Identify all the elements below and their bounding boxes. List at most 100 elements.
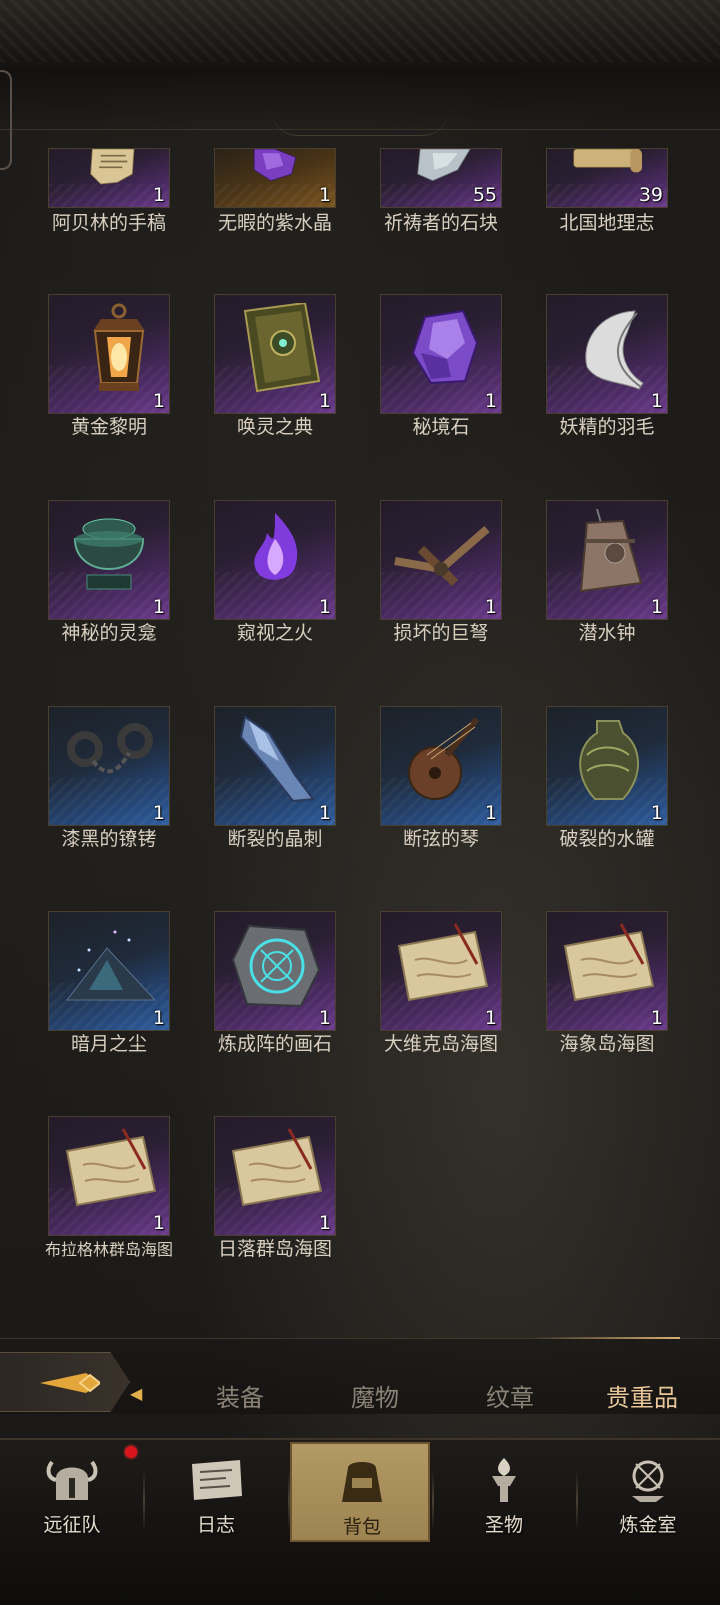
item-slot: 1 [546,500,668,620]
item-count: 1 [650,596,663,618]
item-name: 秘境石 [412,416,470,438]
item-slot: 1 [380,500,502,620]
item-count: 1 [318,596,331,618]
item-count: 1 [650,1007,663,1029]
item-slot: 39 [546,148,668,208]
dust-icon [65,930,157,1001]
item-slot: 1 [48,706,170,826]
item-name: 阿贝林的手稿 [51,212,166,234]
item-count: 1 [650,390,663,412]
item-count: 1 [318,802,331,824]
item-slot: 1 [546,294,668,414]
item-name: 断裂的晶刺 [227,828,323,850]
sea-chart-icon [563,923,655,1002]
item-name: 妖精的羽毛 [559,416,655,438]
item-slot: 1 [48,500,170,620]
torch-icon [474,1456,534,1504]
sea-chart-icon [397,923,489,1002]
feather-icon [585,310,644,390]
item-name: 祈祷者的石块 [383,212,498,234]
item-name: 北国地理志 [559,212,655,234]
sea-chart-icon [65,1128,157,1207]
journal-icon [186,1456,246,1504]
item-count: 1 [318,1007,331,1029]
left-side-tab[interactable] [0,70,12,170]
category-back-button[interactable] [0,1352,130,1412]
top-ornament [270,108,450,136]
nav-relics[interactable]: 圣物 [434,1442,574,1542]
item-count: 1 [152,390,165,412]
manuscript-icon [90,149,135,185]
item-name: 海象岛海图 [559,1033,655,1055]
item-name: 损坏的巨弩 [393,622,489,644]
tab-monsters[interactable]: 魔物 [325,1378,425,1413]
jug-icon [579,720,639,800]
backpack-icon [332,1458,392,1506]
shard-icon [239,715,315,803]
item-name: 唤灵之典 [236,416,313,438]
item-count: 1 [484,802,497,824]
item-name: 布拉格林群岛海图 [44,1240,173,1259]
item-count: 39 [638,184,663,206]
item-count: 1 [318,1212,331,1234]
nav-journal[interactable]: 日志 [146,1442,286,1542]
item-slot: 1 [214,706,336,826]
tab-valuables[interactable]: 贵重品 [592,1378,692,1413]
nav-journal-label: 日志 [196,1514,235,1536]
item-name: 潜水钟 [578,622,636,644]
amethyst-icon [253,149,297,182]
nav-expedition-label: 远征队 [43,1514,101,1536]
item-slot: 1 [214,148,336,208]
item-slot: 1 [380,706,502,826]
item-name: 漆黑的镣铐 [61,828,157,850]
crossbow-icon [394,525,490,587]
item-slot: 1 [214,1116,336,1236]
sea-chart-icon [231,1128,323,1207]
item-count: 1 [318,184,331,206]
item-name: 破裂的水罐 [559,828,655,850]
item-slot: 1 [214,294,336,414]
item-count: 1 [484,1007,497,1029]
item-count: 1 [152,802,165,824]
item-slot: 1 [48,148,170,208]
item-count: 1 [152,1212,165,1234]
tome-icon [243,303,321,393]
alchemy-icon [618,1456,678,1504]
flame-icon [254,513,298,580]
item-name: 无暇的紫水晶 [217,212,332,234]
item-slot: 1 [380,911,502,1031]
lute-icon [408,717,480,800]
item-slot: 1 [546,706,668,826]
shackles-icon [67,723,153,774]
bell-icon [579,509,643,593]
viking-helmet-icon [42,1456,102,1504]
nav-alchemy-label: 炼金室 [619,1514,677,1536]
item-slot: 1 [48,911,170,1031]
item-slot: 1 [48,1116,170,1236]
item-count: 1 [484,390,497,412]
arrow-left-icon [40,1373,100,1393]
item-slot: 1 [546,911,668,1031]
item-name: 断弦的琴 [402,828,479,850]
nav-alchemy[interactable]: 炼金室 [578,1442,718,1542]
tab-crests[interactable]: 纹章 [460,1378,560,1413]
item-name: 大维克岛海图 [383,1033,498,1055]
item-slot: 55 [380,148,502,208]
nav-backpack-label: 背包 [342,1516,381,1538]
item-name: 暗月之尘 [70,1033,147,1055]
item-slot: 1 [48,294,170,414]
item-slot: 1 [214,500,336,620]
item-count: 1 [318,390,331,412]
item-name: 窥视之火 [236,622,313,644]
item-count: 1 [152,184,165,206]
chevron-left-icon[interactable]: ◀ [130,1384,142,1403]
crystal-icon [411,309,479,385]
item-count: 55 [472,184,497,206]
nav-relics-label: 圣物 [484,1514,523,1536]
item-name: 神秘的灵龛 [61,622,157,644]
lantern-icon [93,303,145,391]
nav-backpack[interactable]: 背包 [290,1442,430,1542]
tab-equipment[interactable]: 装备 [190,1378,290,1413]
nav-expedition[interactable]: 远征队 [2,1442,142,1542]
item-slot: 1 [380,294,502,414]
